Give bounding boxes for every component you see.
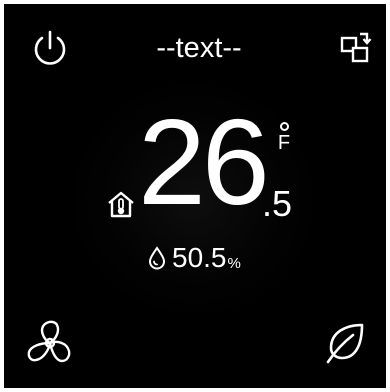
unit-letter: F	[277, 132, 291, 154]
switch-mode-button[interactable]	[328, 20, 384, 76]
temperature-value: 26	[138, 94, 270, 230]
home-thermometer-icon	[108, 191, 134, 218]
humidity-unit: %	[227, 254, 241, 272]
thermostat-screen: --text-- 26 F .5 50.5 %	[4, 4, 386, 388]
humidity-readout: 50.5 %	[148, 242, 241, 274]
temperature-decimal: .5	[262, 183, 293, 224]
humidity-value: 50.5	[172, 242, 227, 273]
power-button[interactable]	[22, 20, 78, 76]
power-icon	[34, 30, 66, 65]
degree-symbol	[279, 122, 289, 131]
fan-button[interactable]	[22, 316, 78, 372]
eco-mode-button[interactable]	[318, 314, 374, 370]
switch-windows-icon	[340, 32, 372, 63]
temperature-unit: F	[276, 122, 292, 154]
water-drop-icon	[148, 246, 166, 270]
leaf-icon	[326, 323, 364, 364]
page-title: --text--	[156, 32, 242, 64]
fan-icon	[27, 320, 71, 363]
